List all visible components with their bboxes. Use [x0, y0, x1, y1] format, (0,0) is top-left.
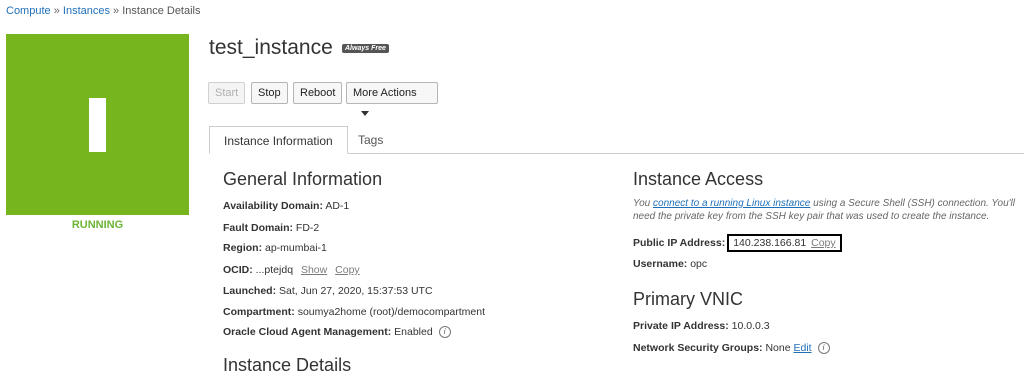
field-label: OCID:: [223, 264, 253, 276]
nsg-edit-link[interactable]: Edit: [793, 342, 811, 354]
compartment-field: Compartment: soumya2home (root)/democomp…: [223, 306, 485, 318]
start-button[interactable]: Start: [208, 82, 246, 104]
field-label: Oracle Cloud Agent Management:: [223, 326, 392, 338]
breadcrumb-separator: »: [113, 5, 120, 17]
username-field: Username: opc: [633, 258, 707, 270]
instance-state: RUNNING: [71, 219, 124, 231]
field-value: Enabled: [394, 326, 433, 338]
public-ip-field: Public IP Address: 140.238.166.81 Copy: [633, 234, 842, 252]
reboot-button[interactable]: Reboot: [293, 82, 343, 104]
field-label: Fault Domain:: [223, 222, 293, 234]
field-value: 10.0.0.3: [731, 320, 770, 332]
general-information-heading: General Information: [223, 169, 383, 189]
chevron-down-icon: [361, 110, 369, 116]
field-value: ...ptejdq: [255, 264, 294, 276]
breadcrumb-instances-link[interactable]: Instances: [63, 5, 110, 17]
field-value: opc: [690, 258, 708, 270]
primary-vnic-heading: Primary VNIC: [633, 289, 744, 309]
private-ip-field: Private IP Address: 10.0.0.3: [633, 320, 770, 332]
region-field: Region: ap-mumbai-1: [223, 242, 327, 254]
instance-letter-icon: [89, 98, 106, 152]
field-value: None: [765, 342, 791, 354]
public-ip-highlight: 140.238.166.81 Copy: [727, 234, 842, 252]
breadcrumb: Compute » Instances » Instance Details: [6, 5, 201, 17]
field-label: Private IP Address:: [633, 320, 729, 332]
field-label: Network Security Groups:: [633, 342, 763, 354]
ocid-copy-link[interactable]: Copy: [335, 264, 360, 276]
breadcrumb-compute-link[interactable]: Compute: [6, 5, 51, 17]
ocid-field: OCID: ...ptejdq Show Copy: [223, 264, 360, 276]
ocid-show-link[interactable]: Show: [301, 264, 327, 276]
field-label: Compartment:: [223, 306, 295, 318]
breadcrumb-current: Instance Details: [122, 5, 201, 17]
public-ip-copy-link[interactable]: Copy: [811, 237, 836, 249]
field-value: AD-1: [325, 200, 350, 212]
fault-domain-field: Fault Domain: FD-2: [223, 222, 319, 234]
field-value: ap-mumbai-1: [265, 242, 327, 254]
breadcrumb-separator: »: [53, 5, 60, 17]
launched-field: Launched: Sat, Jun 27, 2020, 15:37:53 UT…: [223, 285, 433, 297]
info-icon[interactable]: i: [817, 342, 830, 355]
connect-linux-instance-link[interactable]: connect to a running Linux instance: [653, 198, 810, 209]
field-label: Region:: [223, 242, 263, 254]
more-actions-button[interactable]: More Actions: [346, 82, 438, 116]
instance-details-heading: Instance Details: [223, 355, 352, 375]
more-actions-label: More Actions: [353, 87, 417, 99]
field-label: Launched:: [223, 285, 277, 297]
tab-tags[interactable]: Tags: [344, 126, 397, 154]
field-label: Availability Domain:: [223, 200, 323, 212]
public-ip-value: 140.238.166.81: [733, 237, 807, 249]
field-value: Sat, Jun 27, 2020, 15:37:53 UTC: [279, 285, 433, 297]
field-value: soumya2home (root)/democompartment: [297, 306, 486, 318]
instance-access-description: You connect to a running Linux instance …: [633, 197, 1023, 223]
instance-access-heading: Instance Access: [633, 169, 764, 189]
agent-management-field: Oracle Cloud Agent Management: Enabled i: [223, 326, 451, 339]
always-free-badge: Always Free: [342, 44, 389, 53]
page-title: test_instance: [209, 36, 333, 59]
tab-instance-information[interactable]: Instance Information: [209, 126, 348, 154]
availability-domain-field: Availability Domain: AD-1: [223, 200, 349, 212]
info-icon[interactable]: i: [438, 326, 451, 339]
field-value: FD-2: [295, 222, 320, 234]
desc-prefix: You: [633, 198, 651, 209]
field-label: Public IP Address:: [633, 237, 726, 249]
field-label: Username:: [633, 258, 688, 270]
instance-tile: [6, 34, 189, 215]
network-security-groups-field: Network Security Groups: None Edit i: [633, 342, 830, 355]
stop-button[interactable]: Stop: [251, 82, 288, 104]
